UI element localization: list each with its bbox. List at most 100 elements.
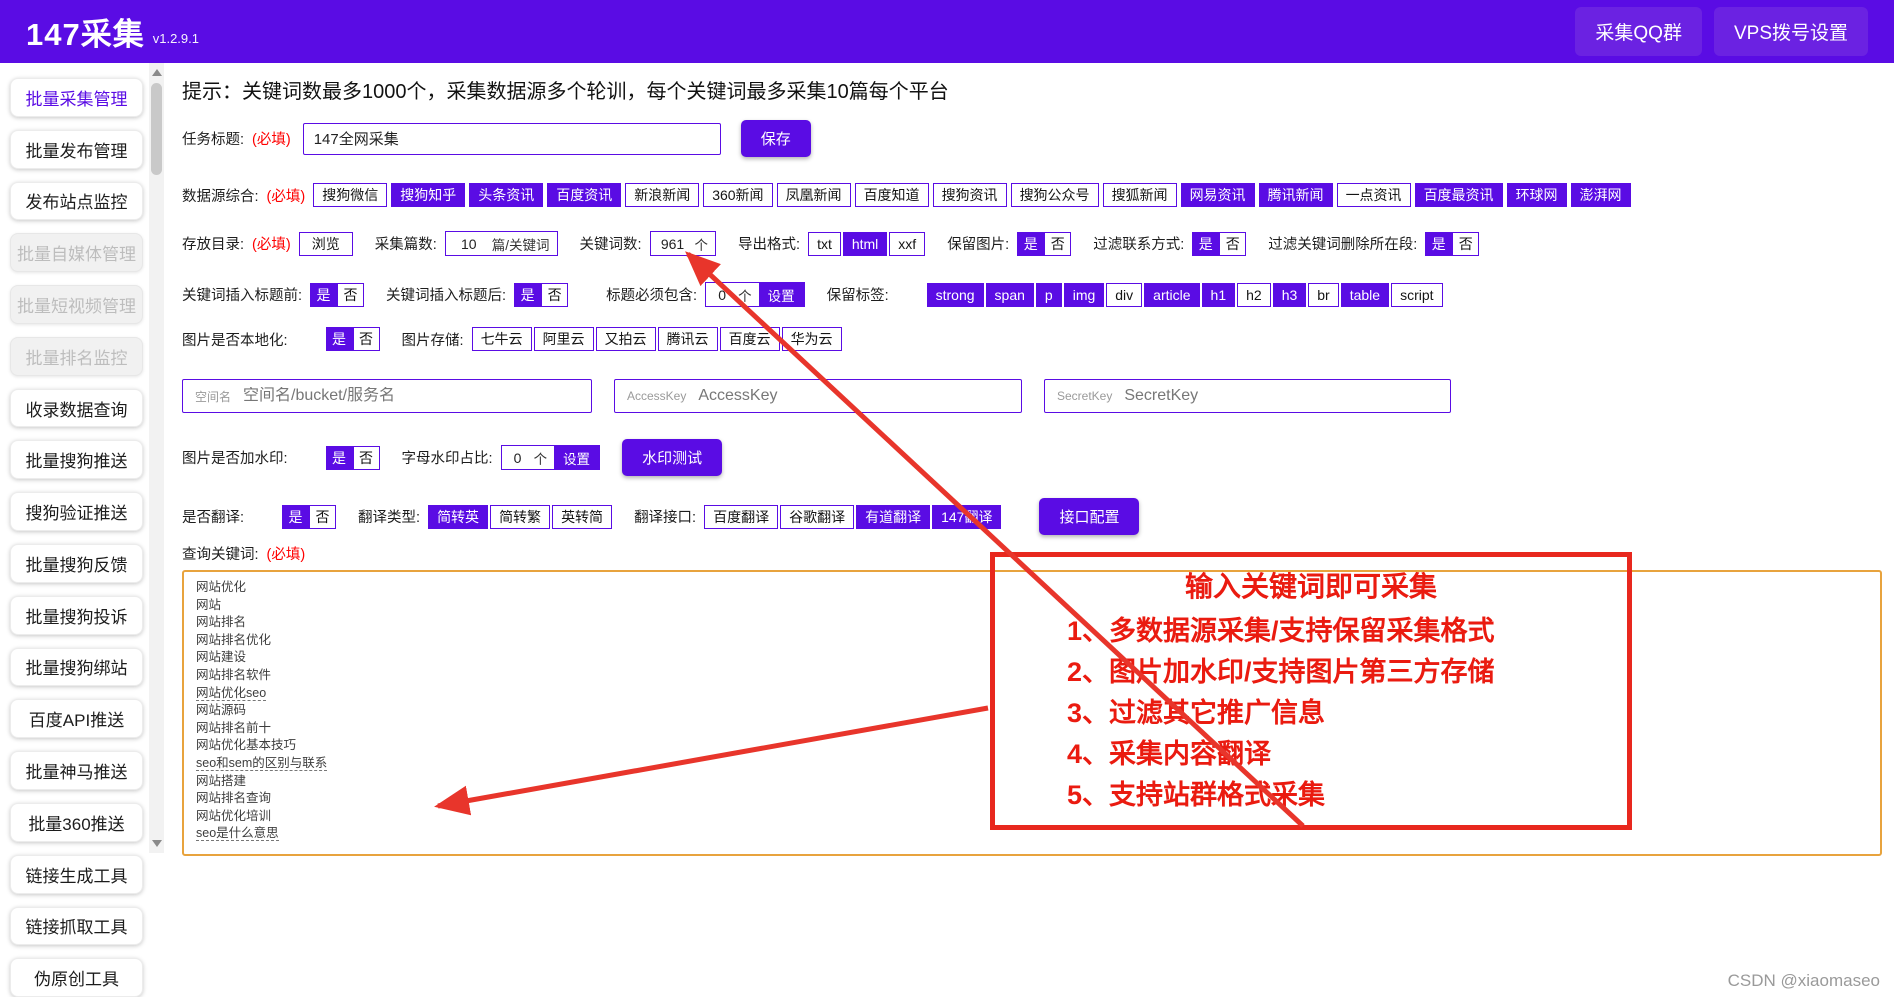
datasource-tag[interactable]: 环球网 xyxy=(1507,183,1567,207)
sidebar-scrollbar[interactable] xyxy=(149,63,164,853)
bucket-input[interactable] xyxy=(243,387,579,405)
sidebar-item[interactable]: 批量360推送 xyxy=(10,803,143,842)
yes-no-option[interactable]: 是 xyxy=(282,505,309,529)
datasource-tag[interactable]: 搜狗微信 xyxy=(313,183,387,207)
sidebar-item[interactable]: 发布站点监控 xyxy=(10,182,143,221)
scroll-down-icon[interactable] xyxy=(152,840,162,847)
title-must-contain-set-button[interactable]: 设置 xyxy=(759,283,804,306)
secretkey-input[interactable] xyxy=(1124,387,1438,405)
datasource-tag[interactable]: 搜狗公众号 xyxy=(1011,183,1099,207)
sidebar-item[interactable]: 批量自媒体管理 xyxy=(10,233,143,272)
translate-api-tag[interactable]: 谷歌翻译 xyxy=(780,505,854,529)
yes-no-option[interactable]: 是 xyxy=(310,283,337,307)
translate-api-tag[interactable]: 百度翻译 xyxy=(704,505,778,529)
datasource-tag[interactable]: 搜狗资讯 xyxy=(933,183,1007,207)
storage-provider-tag[interactable]: 华为云 xyxy=(782,327,842,351)
keep-tag[interactable]: table xyxy=(1341,283,1389,307)
keep-tag[interactable]: script xyxy=(1391,283,1442,307)
keep-tag[interactable]: img xyxy=(1064,283,1105,307)
export-format-tag[interactable]: txt xyxy=(808,232,841,256)
yes-no-option[interactable]: 是 xyxy=(1425,232,1452,256)
sidebar-item[interactable]: 批量采集管理 xyxy=(10,78,143,117)
yes-no-option[interactable]: 否 xyxy=(337,283,364,307)
datasource-tag[interactable]: 搜狗知乎 xyxy=(391,183,465,207)
sidebar-item[interactable]: 批量搜狗投诉 xyxy=(10,596,143,635)
sidebar-item[interactable]: 批量神马推送 xyxy=(10,751,143,790)
header-nav-button[interactable]: 采集QQ群 xyxy=(1575,7,1702,56)
sidebar-item[interactable]: 批量搜狗反馈 xyxy=(10,544,143,583)
sidebar-item[interactable]: 收录数据查询 xyxy=(10,389,143,428)
keep-tag[interactable]: h1 xyxy=(1202,283,1236,307)
translate-type-tag[interactable]: 简转繁 xyxy=(490,505,550,529)
scroll-up-icon[interactable] xyxy=(152,69,162,76)
yes-no-option[interactable]: 是 xyxy=(1192,232,1219,256)
sidebar-item[interactable]: 批量搜狗推送 xyxy=(10,440,143,479)
translate-api-tag[interactable]: 147翻译 xyxy=(932,505,1001,529)
header-nav-button[interactable]: VPS拨号设置 xyxy=(1714,7,1868,56)
sidebar-item[interactable]: 伪原创工具 xyxy=(10,958,143,997)
storage-provider-tag[interactable]: 又拍云 xyxy=(596,327,656,351)
yes-no-option[interactable]: 否 xyxy=(1044,232,1071,256)
keep-tag[interactable]: br xyxy=(1308,283,1338,307)
datasource-tag[interactable]: 凤凰新闻 xyxy=(777,183,851,207)
sidebar-item[interactable]: 批量搜狗绑站 xyxy=(10,648,143,687)
datasource-tag[interactable]: 百度最资讯 xyxy=(1415,183,1503,207)
datasource-tag[interactable]: 澎湃网 xyxy=(1571,183,1631,207)
sidebar-item[interactable]: 百度API推送 xyxy=(10,699,143,738)
storage-provider-tag[interactable]: 七牛云 xyxy=(472,327,532,351)
sidebar-item[interactable]: 链接抓取工具 xyxy=(10,907,143,946)
yes-no-option[interactable]: 否 xyxy=(1452,232,1479,256)
watermark-ratio-input[interactable] xyxy=(502,446,534,469)
yes-no-option[interactable]: 是 xyxy=(326,327,353,351)
sidebar-item[interactable]: 批量排名监控 xyxy=(10,337,143,376)
yes-no-option[interactable]: 是 xyxy=(326,446,353,470)
yes-no-option[interactable]: 否 xyxy=(353,446,380,470)
keep-tag[interactable]: p xyxy=(1036,283,1062,307)
storage-provider-tag[interactable]: 百度云 xyxy=(720,327,780,351)
task-title-input[interactable] xyxy=(303,123,721,155)
keep-tag[interactable]: strong xyxy=(927,283,984,307)
datasource-tag[interactable]: 网易资讯 xyxy=(1181,183,1255,207)
yes-no-option[interactable]: 否 xyxy=(353,327,380,351)
yes-no-option[interactable]: 否 xyxy=(1219,232,1246,256)
datasource-tag[interactable]: 头条资讯 xyxy=(469,183,543,207)
keep-tag[interactable]: h3 xyxy=(1273,283,1307,307)
sidebar-item[interactable]: 搜狗验证推送 xyxy=(10,492,143,531)
pages-input[interactable] xyxy=(446,232,492,255)
datasource-tag[interactable]: 新浪新闻 xyxy=(625,183,699,207)
keep-tag[interactable]: h2 xyxy=(1237,283,1271,307)
datasource-tag[interactable]: 360新闻 xyxy=(703,183,772,207)
translate-api-tag[interactable]: 有道翻译 xyxy=(856,505,930,529)
sidebar-item[interactable]: 批量短视频管理 xyxy=(10,285,143,324)
export-format-tag[interactable]: xxf xyxy=(889,232,925,256)
yes-no-option[interactable]: 否 xyxy=(541,283,568,307)
browse-button[interactable]: 浏览 xyxy=(299,232,353,256)
keep-tag[interactable]: div xyxy=(1106,283,1142,307)
sidebar-item[interactable]: 批量发布管理 xyxy=(10,130,143,169)
datasource-tag[interactable]: 搜狐新闻 xyxy=(1103,183,1177,207)
query-keywords-label: 查询关键词: xyxy=(182,543,259,564)
datasource-tag[interactable]: 腾讯新闻 xyxy=(1259,183,1333,207)
yes-no-option[interactable]: 是 xyxy=(514,283,541,307)
watermark-test-button[interactable]: 水印测试 xyxy=(622,439,722,476)
api-config-button[interactable]: 接口配置 xyxy=(1039,498,1139,535)
sidebar-item[interactable]: 链接生成工具 xyxy=(10,855,143,894)
title-must-contain-input[interactable] xyxy=(706,283,738,306)
datasource-tag[interactable]: 一点资讯 xyxy=(1337,183,1411,207)
translate-type-tag[interactable]: 英转简 xyxy=(552,505,612,529)
datasource-tag[interactable]: 百度资讯 xyxy=(547,183,621,207)
keep-tag[interactable]: span xyxy=(986,283,1034,307)
translate-type-tag[interactable]: 简转英 xyxy=(428,505,488,529)
datasource-tag[interactable]: 百度知道 xyxy=(855,183,929,207)
storage-provider-tag[interactable]: 腾讯云 xyxy=(658,327,718,351)
save-button[interactable]: 保存 xyxy=(741,120,811,157)
yes-no-option[interactable]: 是 xyxy=(1017,232,1044,256)
storage-provider-tag[interactable]: 阿里云 xyxy=(534,327,594,351)
keep-tag[interactable]: article xyxy=(1144,283,1199,307)
yes-no-option[interactable]: 否 xyxy=(309,505,336,529)
keyword-count-input[interactable] xyxy=(651,232,695,255)
export-format-tag[interactable]: html xyxy=(843,232,887,256)
scrollbar-thumb[interactable] xyxy=(151,83,162,175)
watermark-set-button[interactable]: 设置 xyxy=(554,446,599,469)
accesskey-input[interactable] xyxy=(698,387,1009,405)
